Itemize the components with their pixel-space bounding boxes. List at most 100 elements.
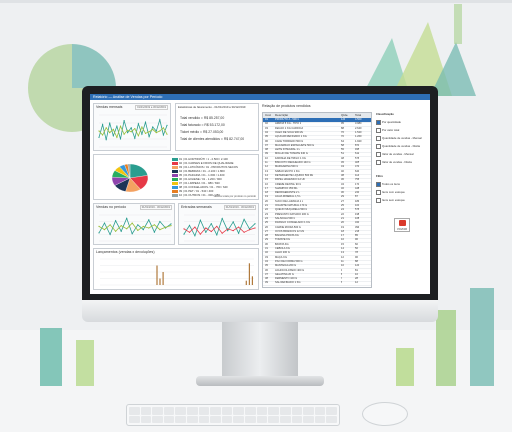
keyboard-key xyxy=(233,415,245,423)
keyboard-key xyxy=(129,407,140,415)
keyboard-key xyxy=(291,415,303,423)
data-point xyxy=(170,223,172,225)
table-row[interactable]: 39 SAL REFINADO 1 KG 6 12 xyxy=(263,281,371,287)
data-point xyxy=(131,222,133,224)
data-point xyxy=(155,130,157,132)
bar xyxy=(251,276,253,285)
data-point xyxy=(148,227,150,229)
bar xyxy=(162,272,164,285)
data-point xyxy=(141,126,143,128)
decor-bar-left-1 xyxy=(40,328,62,386)
option-radio[interactable]: Quantidade de vendas - Diária xyxy=(376,144,420,149)
entries-bar-panel: Lançamentos (vendas x devoluções) xyxy=(93,248,259,290)
daily-period-field[interactable]: 01/01/2019 - 30/12/2019 xyxy=(139,205,172,210)
data-point xyxy=(109,233,111,236)
monthly-period-field[interactable]: 01/01/2019 a 30/12/2019 xyxy=(135,105,168,110)
back-button-label: VOLTAR xyxy=(397,228,407,231)
summary-panel: Estatísticas de faturamento - 01/01/2019… xyxy=(175,103,259,151)
mouse xyxy=(362,402,408,426)
data-point xyxy=(130,127,132,129)
data-point xyxy=(199,233,201,235)
data-point xyxy=(141,133,143,135)
radio-indicator xyxy=(376,136,381,141)
data-point xyxy=(142,229,144,231)
segments-pie-chart xyxy=(111,163,149,193)
daily-sales-panel: Vendas no período 01/01/2019 - 30/12/201… xyxy=(93,203,175,245)
data-point xyxy=(131,233,133,235)
data-point xyxy=(137,123,139,125)
options-group-title: Classificação xyxy=(376,112,394,116)
data-point xyxy=(164,226,167,228)
summary-title: Estatísticas de faturamento - 01/01/2019… xyxy=(178,105,246,109)
keyboard-key xyxy=(129,415,140,423)
options-column: Classificação Por quantidade Por valor to… xyxy=(376,112,426,288)
keyboard-key xyxy=(291,407,303,415)
option-radio[interactable]: Por quantidade xyxy=(376,120,401,125)
bar xyxy=(248,263,250,285)
keyboard-key xyxy=(221,407,233,415)
keyboard-key xyxy=(140,415,152,423)
data-point xyxy=(159,229,161,231)
data-point xyxy=(119,125,122,127)
keyboard-key xyxy=(198,415,210,423)
data-point xyxy=(238,226,240,228)
keyboard-key xyxy=(245,415,256,423)
pdf-icon xyxy=(398,220,406,226)
data-point xyxy=(216,234,218,236)
monthly-sales-panel: Vendas mensais 01/01/2019 a 30/12/2019 xyxy=(93,103,171,151)
option-label: Quantidade de vendas - Mensal xyxy=(382,136,422,141)
monthly-line-chart xyxy=(98,114,168,148)
data-point xyxy=(155,132,157,134)
filter-checkbox[interactable]: Itens sem estoque xyxy=(376,198,405,203)
decor-bar-right-1 xyxy=(396,348,414,386)
daily-panel-title: Vendas no período xyxy=(96,205,127,209)
data-point xyxy=(183,233,185,235)
data-point xyxy=(102,134,104,136)
filter-group-title: Filtro xyxy=(376,174,383,178)
option-label: Por quantidade xyxy=(382,120,401,125)
option-radio[interactable]: Por valor total xyxy=(376,128,399,133)
radio-indicator xyxy=(376,144,381,149)
back-pdf-button[interactable]: VOLTAR xyxy=(394,218,410,232)
data-point xyxy=(137,135,139,137)
data-point xyxy=(105,127,107,129)
filter-checkbox[interactable]: Todos os itens xyxy=(376,182,400,187)
radio-indicator xyxy=(376,160,381,165)
radio-indicator xyxy=(376,182,381,187)
keyboard-key xyxy=(152,415,163,423)
option-label: Valor de vendas - Diária xyxy=(382,160,412,165)
data-point xyxy=(112,135,114,137)
option-radio[interactable]: Valor de vendas - Diária xyxy=(376,160,412,165)
summary-line-total-sold: Total vendido = R$ 85.257,00 xyxy=(180,116,225,120)
data-point xyxy=(205,227,207,229)
data-point xyxy=(243,231,245,233)
data-point xyxy=(153,224,155,226)
option-radio[interactable]: Quantidade de vendas - Mensal xyxy=(376,136,422,141)
data-point xyxy=(194,235,196,237)
bar xyxy=(245,280,247,285)
data-point xyxy=(227,228,229,230)
data-point xyxy=(210,230,212,233)
option-label: Quantidade de vendas - Diária xyxy=(382,144,420,149)
decor-bar-right-3 xyxy=(470,288,494,386)
data-point xyxy=(116,136,118,138)
keyboard-key xyxy=(245,407,256,415)
monthly-panel-title: Vendas mensais xyxy=(96,105,123,109)
data-point xyxy=(127,129,129,131)
data-point xyxy=(183,228,185,230)
monitor-base xyxy=(196,376,324,386)
filter-checkbox[interactable]: Itens com estoque xyxy=(376,190,405,195)
summary-line-clients: Total de clientes atendidos = R$ 82.747,… xyxy=(180,137,245,141)
bars-panel-title: Lançamentos (vendas x devoluções) xyxy=(96,250,155,254)
data-point xyxy=(166,133,168,135)
weekly-period-field[interactable]: 01/01/2019 - 30/12/2019 xyxy=(223,205,256,210)
data-point xyxy=(188,231,191,233)
decor-top-line xyxy=(0,0,512,3)
data-point xyxy=(109,122,111,124)
data-point xyxy=(254,223,256,225)
keyboard-key xyxy=(268,415,279,423)
data-point xyxy=(127,132,129,134)
row-total: 12 xyxy=(355,281,358,285)
option-radio[interactable]: Valor de vendas - Mensal xyxy=(376,152,414,157)
data-point xyxy=(115,230,117,232)
